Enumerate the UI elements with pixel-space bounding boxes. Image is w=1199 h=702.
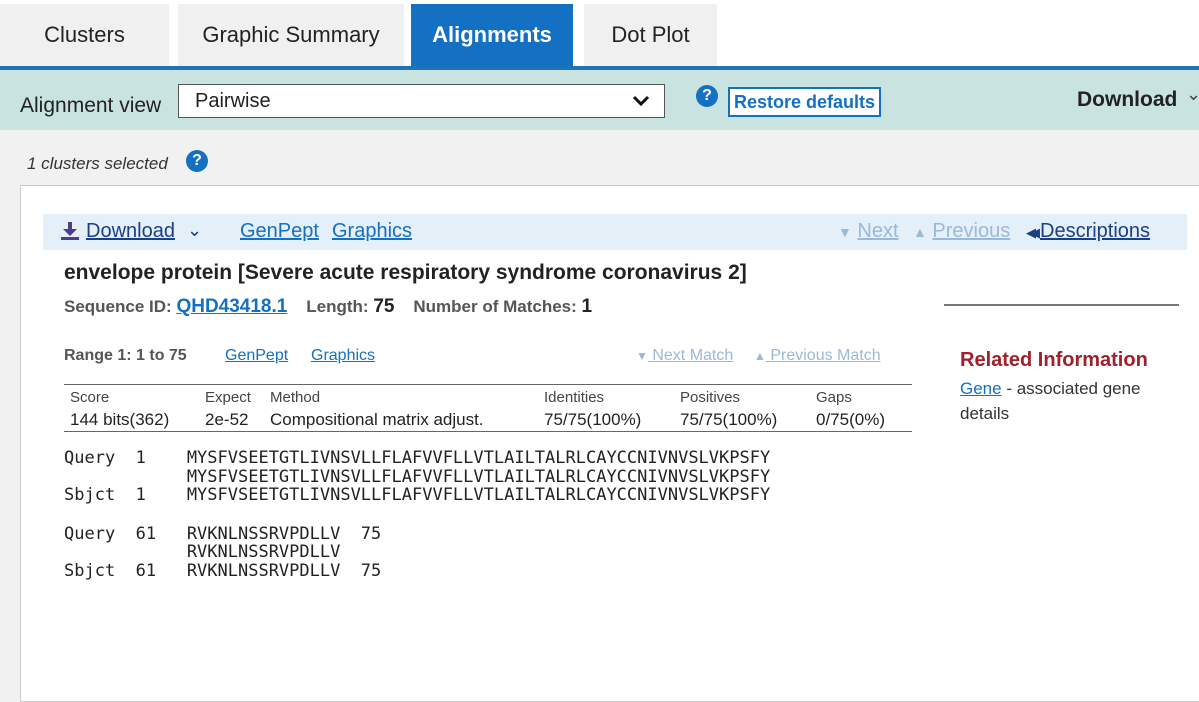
stats-value-gaps: 0/75(0%) — [816, 410, 885, 429]
related-information-title: Related Information — [960, 349, 1148, 371]
graphics-link[interactable]: Graphics — [332, 220, 412, 243]
next-label: Next — [857, 220, 899, 242]
stats-header-identities: Identities — [544, 389, 605, 406]
alignment-match-line: MYSFVSEETGTLIVNSVLLFLAFVVFLLVTLAILTALRLC… — [64, 466, 771, 487]
next-link[interactable]: ▼ Next — [838, 220, 899, 243]
results-area: 1 clusters selected ? Download ⌄ GenPept… — [0, 130, 1199, 702]
stats-header-score: Score — [70, 389, 110, 406]
previous-label: Previous — [932, 220, 1011, 242]
stats-value-identities: 75/75(100%) — [544, 410, 642, 429]
descriptions-link[interactable]: ◀◀ Descriptions — [1026, 220, 1150, 243]
triangle-up-icon: ▲ — [754, 349, 766, 363]
chevron-down-icon[interactable]: ⌄ — [1186, 84, 1199, 105]
length-label: Length: — [306, 297, 369, 316]
sequence-alignment: Query 1 MYSFVSEETGTLIVNSVLLFLAFVVFLLVTLA… — [64, 449, 770, 580]
tab-bar: Clusters Graphic Summary Alignments Dot … — [0, 0, 1199, 66]
next-match-link[interactable]: ▼ Next Match — [636, 347, 733, 365]
range-genpept-link[interactable]: GenPept — [225, 347, 288, 365]
related-information-text: Gene - associated gene details — [960, 376, 1190, 426]
panel-download-link[interactable]: Download — [86, 220, 175, 243]
back-arrow-icon: ◀◀ — [1026, 225, 1040, 240]
download-icon[interactable] — [60, 221, 80, 241]
range-graphics-link[interactable]: Graphics — [311, 347, 375, 365]
alignment-toolbar: Alignment view Pairwise ? Restore defaul… — [0, 66, 1199, 130]
alignment-panel: Download ⌄ GenPept Graphics ▼ Next ▲ Pre… — [20, 185, 1199, 702]
previous-match-link[interactable]: ▲ Previous Match — [754, 347, 881, 365]
alignment-subject-line: Sbjct 61 RVKNLNSSRVPDLLV 75 — [64, 560, 382, 581]
previous-match-label: Previous Match — [770, 347, 881, 364]
selection-status: 1 clusters selected — [27, 154, 168, 173]
genpept-link[interactable]: GenPept — [240, 220, 319, 243]
chevron-down-icon[interactable]: ⌄ — [187, 220, 202, 241]
tab-dot-plot[interactable]: Dot Plot — [584, 4, 717, 66]
matches-value: 1 — [581, 296, 593, 317]
alignment-view-value: Pairwise — [195, 90, 271, 112]
alignment-query-line: Query 61 RVKNLNSSRVPDLLV 75 — [64, 523, 382, 544]
alignment-view-select[interactable]: Pairwise — [178, 84, 665, 118]
help-icon[interactable]: ? — [186, 150, 208, 172]
divider — [944, 304, 1179, 306]
stats-header-expect: Expect — [205, 389, 251, 406]
next-match-label: Next Match — [652, 347, 734, 364]
sequence-id-link[interactable]: QHD43418.1 — [176, 296, 287, 317]
stats-value-positives: 75/75(100%) — [680, 410, 778, 429]
gene-link[interactable]: Gene — [960, 379, 1002, 398]
alignment-query-line: Query 1 MYSFVSEETGTLIVNSVLLFLAFVVFLLVTLA… — [64, 448, 771, 468]
stats-value-score: 144 bits(362) — [70, 410, 170, 429]
sequence-info: Sequence ID: QHD43418.1 Length: 75 Numbe… — [64, 296, 592, 318]
stats-header-positives: Positives — [680, 389, 741, 406]
toolbar-download-button[interactable]: Download — [1077, 88, 1177, 112]
alignment-subject-line: Sbjct 1 MYSFVSEETGTLIVNSVLLFLAFVVFLLVTLA… — [64, 485, 771, 505]
length-value: 75 — [373, 296, 395, 317]
stats-header-method: Method — [270, 389, 321, 406]
alignment-match-line: RVKNLNSSRVPDLLV — [64, 542, 341, 562]
restore-defaults-button[interactable]: Restore defaults — [728, 87, 881, 117]
triangle-down-icon: ▼ — [636, 349, 648, 363]
tab-graphic-summary[interactable]: Graphic Summary — [178, 4, 404, 66]
triangle-down-icon: ▼ — [838, 224, 852, 240]
triangle-up-icon: ▲ — [913, 224, 927, 240]
panel-action-bar: Download ⌄ GenPept Graphics ▼ Next ▲ Pre… — [43, 214, 1187, 250]
sequence-title: envelope protein [Severe acute respirato… — [64, 261, 747, 284]
matches-label: Number of Matches: — [413, 297, 577, 316]
stats-value-method: Compositional matrix adjust. — [270, 410, 484, 429]
help-icon[interactable]: ? — [696, 85, 718, 107]
alignment-view-label: Alignment view — [20, 94, 162, 117]
range-label: Range 1: 1 to 75 — [64, 347, 187, 364]
alignment-stats-table: Score Expect Method Identities Positives… — [64, 384, 912, 432]
descriptions-label: Descriptions — [1040, 220, 1151, 242]
previous-link[interactable]: ▲ Previous — [913, 220, 1010, 243]
sequence-id-label: Sequence ID: — [64, 297, 172, 316]
stats-header-gaps: Gaps — [816, 389, 852, 406]
tab-alignments[interactable]: Alignments — [411, 4, 573, 66]
stats-value-expect: 2e-52 — [205, 410, 249, 429]
tab-clusters[interactable]: Clusters — [0, 4, 169, 66]
chevron-down-icon — [632, 89, 650, 117]
